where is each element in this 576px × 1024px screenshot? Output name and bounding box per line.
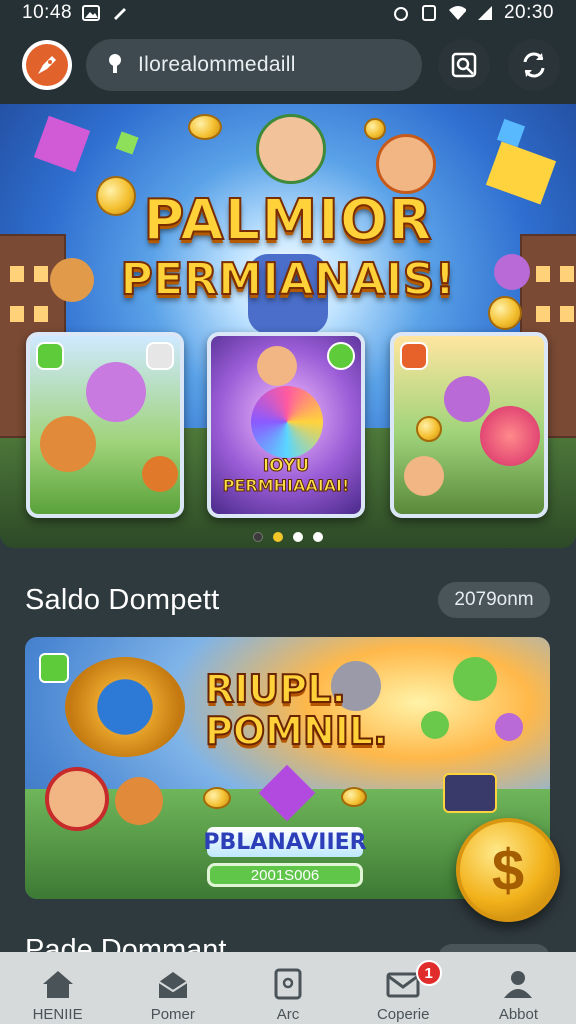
promo-character-boy — [45, 767, 109, 831]
scan-button[interactable] — [438, 39, 490, 91]
promo-character-small — [495, 713, 523, 741]
hero-banner[interactable]: PALMIOR PERMIANAIS! IOYU PERMHIAAIAI! — [0, 104, 576, 548]
section-title: Saldo Dompett — [25, 584, 220, 616]
balance-pill[interactable]: 2079onm — [438, 582, 550, 618]
card-character-dog — [40, 416, 96, 472]
alarm-icon — [392, 5, 410, 21]
gem-green — [115, 131, 139, 155]
promo-label: PBLANAVIIER — [203, 827, 367, 857]
nav-label: Abbot — [498, 1006, 539, 1023]
card-ball-icon — [480, 406, 540, 466]
promo-title-line2: POMNIL. — [204, 708, 389, 754]
game-card-2[interactable]: IOYU PERMHIAAIAI! — [207, 332, 365, 518]
nav-label: Arc — [276, 1006, 300, 1023]
nav-item-abbot[interactable]: Abbot — [461, 952, 576, 1024]
game-card-1[interactable] — [26, 332, 184, 518]
app-logo[interactable] — [22, 40, 72, 90]
card-swirl-icon — [251, 386, 323, 458]
card-chat-icon — [327, 342, 355, 370]
card-share-icon — [146, 342, 174, 370]
hero-character-elf — [256, 114, 326, 184]
card-character-girl — [404, 456, 444, 496]
notification-badge: 1 — [415, 960, 442, 986]
clock-left: 10:48 — [22, 2, 73, 23]
search-bar[interactable]: Ilorealommedaill — [86, 39, 422, 91]
hero-title-line2: PERMIANAIS! — [120, 253, 456, 306]
coin — [416, 416, 442, 442]
carousel-dot[interactable] — [313, 532, 323, 542]
coin — [203, 787, 231, 809]
card-caption-2: PERMHIAAIAI! — [222, 476, 350, 496]
promo-character-fox — [115, 777, 163, 825]
wifi-icon — [448, 5, 466, 21]
game-card-3[interactable] — [390, 332, 548, 518]
carousel-indicator[interactable] — [0, 532, 576, 542]
user-icon — [504, 971, 533, 998]
carousel-dot[interactable] — [273, 532, 283, 542]
refresh-button[interactable] — [508, 39, 560, 91]
clock-right: 20:30 — [503, 2, 554, 23]
mail-open-icon — [158, 972, 188, 998]
nav-label: HENIIE — [32, 1006, 83, 1023]
promo-sign-icon — [443, 773, 497, 813]
carousel-dot[interactable] — [253, 532, 263, 542]
coin — [188, 114, 222, 140]
scan-icon — [451, 52, 477, 78]
signal-icon — [476, 5, 494, 21]
tablet-icon — [274, 968, 302, 1000]
dollar-icon: $ — [491, 837, 525, 903]
promo-character-small — [421, 711, 449, 739]
card-caption-1: IOYU — [262, 456, 310, 477]
card-character-cat — [142, 456, 178, 492]
coin-button[interactable]: $ — [456, 818, 560, 922]
coin — [364, 118, 386, 140]
promo-character-sun — [65, 657, 185, 757]
card-badge-icon — [36, 342, 64, 370]
home-icon — [42, 971, 73, 998]
card-character-pink — [86, 362, 146, 422]
app-bar: Ilorealommedaill — [0, 26, 576, 104]
promo-character-goblin — [453, 657, 497, 701]
nav-item-home[interactable]: HENIIE — [0, 952, 115, 1024]
promo-title-line1: RIUPL. — [204, 666, 347, 712]
card-character-boy — [257, 346, 297, 386]
hero-title-line1: PALMIOR — [142, 187, 433, 254]
bottom-nav: HENIIE Pomer Arc 1 Coperie Abbot — [0, 952, 576, 1024]
search-input[interactable]: Ilorealommedaill — [138, 53, 296, 77]
search-icon — [104, 51, 126, 80]
rocket-icon — [26, 44, 68, 86]
nav-label: Coperie — [376, 1006, 430, 1023]
nav-item-pomer[interactable]: Pomer — [115, 952, 230, 1024]
image-icon — [82, 5, 101, 21]
card-badge-icon — [400, 342, 428, 370]
carousel-dot[interactable] — [293, 532, 303, 542]
promo-progress-bar[interactable]: 2001S006 — [207, 863, 363, 887]
card-character-purple — [444, 376, 490, 422]
coin — [341, 787, 367, 807]
gem-pink — [33, 115, 91, 173]
sim-icon — [420, 5, 438, 21]
status-bar: 10:48 20:30 — [0, 0, 576, 26]
pin-icon — [110, 5, 128, 21]
refresh-icon — [523, 52, 545, 78]
nav-item-arc[interactable]: Arc — [230, 952, 345, 1024]
promo-badge-icon — [39, 653, 69, 683]
hero-character-boy — [376, 134, 436, 194]
nav-item-coperie[interactable]: 1 Coperie — [346, 952, 461, 1024]
nav-label: Pomer — [150, 1006, 195, 1023]
